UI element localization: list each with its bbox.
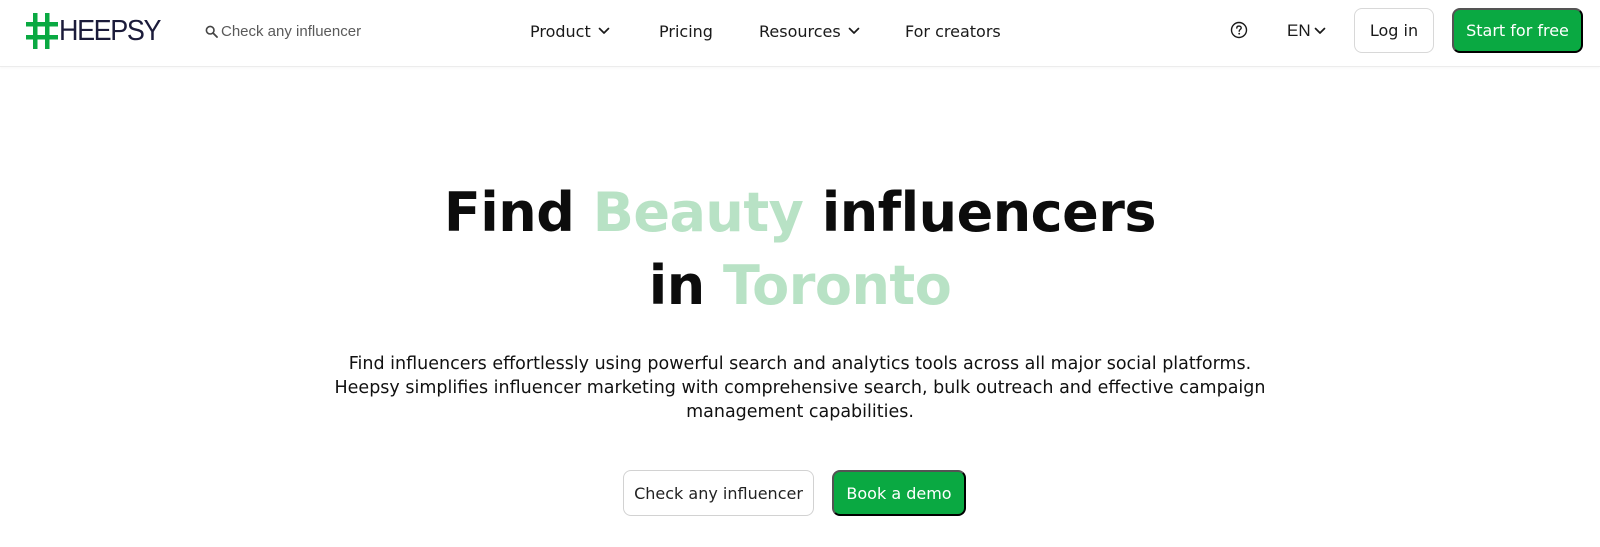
language-label: EN	[1287, 21, 1311, 40]
check-influencer-button[interactable]: Check any influencer	[623, 470, 814, 516]
hero-title: Find Beauty influencers in Toronto	[0, 176, 1600, 322]
heepsy-hash-logo-icon	[26, 13, 58, 49]
hero-title-text: in	[648, 254, 723, 317]
nav-pricing[interactable]: Pricing	[659, 19, 713, 43]
heepsy-logo[interactable]: HEEPSY	[26, 12, 168, 50]
start-for-free-button[interactable]: Start for free	[1452, 8, 1583, 53]
hero-title-category: Beauty	[592, 181, 804, 244]
search-input[interactable]	[221, 22, 431, 40]
chevron-down-icon	[598, 27, 610, 34]
chevron-down-icon	[1314, 27, 1325, 34]
nav-product[interactable]: Product	[530, 19, 610, 43]
hero-title-text: influencers	[803, 181, 1157, 244]
top-navbar: HEEPSY Product Pricing Resources For cre…	[0, 0, 1600, 67]
language-selector[interactable]: EN	[1287, 19, 1326, 43]
nav-pricing-label: Pricing	[659, 21, 713, 41]
question-circle-icon[interactable]	[1230, 21, 1248, 39]
influencer-search[interactable]	[205, 19, 445, 43]
search-icon	[205, 25, 218, 38]
hero-title-text: Find	[443, 181, 593, 244]
hero-title-line1: Find Beauty influencers	[443, 181, 1157, 244]
logo-wordmark: HEEPSY	[59, 14, 161, 47]
chevron-down-icon	[848, 27, 860, 34]
login-button[interactable]: Log in	[1354, 8, 1434, 53]
nav-for-creators-label: For creators	[905, 21, 1001, 41]
nav-product-label: Product	[530, 21, 591, 41]
nav-resources[interactable]: Resources	[759, 19, 860, 43]
hero-title-line2: in Toronto	[649, 254, 952, 317]
nav-for-creators[interactable]: For creators	[905, 19, 1001, 43]
hero-subtitle: Find influencers effortlessly using powe…	[334, 354, 1266, 422]
hero-title-location: Toronto	[722, 254, 952, 317]
book-demo-button[interactable]: Book a demo	[832, 470, 966, 516]
nav-resources-label: Resources	[759, 21, 841, 41]
